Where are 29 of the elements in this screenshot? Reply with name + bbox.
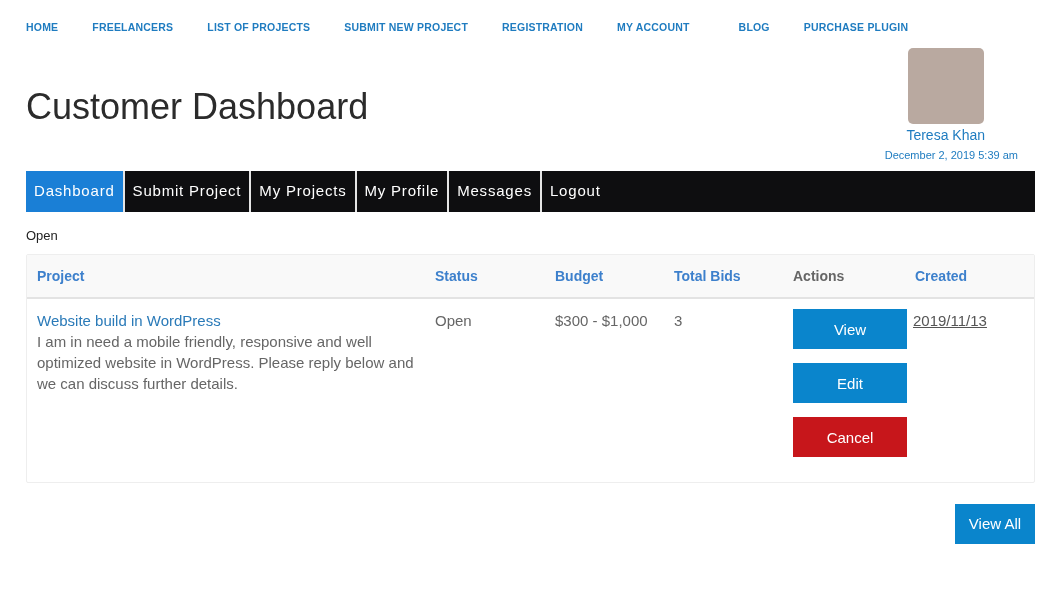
view-all-button[interactable]: View All (955, 504, 1035, 544)
nav-link[interactable]: FREELANCERS (86, 14, 180, 42)
nav-link[interactable]: HOME (20, 14, 65, 42)
bid-count: 3 (674, 312, 683, 329)
nav-link[interactable]: PURCHASE PLUGIN (797, 14, 915, 42)
project-title-link[interactable]: Website build in WordPress (37, 310, 221, 331)
nav-link[interactable]: MY ACCOUNT (611, 14, 696, 42)
column-header[interactable]: Project (27, 265, 425, 287)
nav-link[interactable]: LIST OF PROJECTS (201, 14, 317, 42)
action-button[interactable]: Cancel (793, 417, 907, 457)
page-title: Customer Dashboard (26, 86, 369, 128)
action-button[interactable]: View (793, 309, 907, 349)
action-button[interactable]: Edit (793, 363, 907, 403)
column-header[interactable]: Created (906, 265, 1034, 287)
user-name[interactable]: Teresa Khan (906, 126, 985, 144)
nav-link[interactable]: SUBMIT NEW PROJECT (338, 14, 475, 42)
nav-link[interactable]: REGISTRATION (496, 14, 589, 42)
column-header: Actions (792, 266, 846, 286)
nav-link[interactable]: BLOG (732, 14, 776, 42)
status-text: Open (435, 312, 472, 329)
column-header[interactable]: Budget (545, 265, 664, 287)
column-header[interactable]: Total Bids (664, 265, 783, 287)
budget-text: $300 - $1,000 (555, 312, 648, 329)
dashboard-tab[interactable]: Dashboard (26, 171, 123, 212)
filter-label: Open (26, 228, 58, 244)
current-datetime: December 2, 2019 5:39 am (884, 148, 1018, 162)
column-header[interactable]: Status (425, 265, 545, 287)
project-description: I am in need a mobile friendly, responsive and well optimized website in WordPress. Please reply below and we can discuss further details. (37, 332, 415, 394)
created-date-link[interactable]: 2019/11/13 (913, 312, 987, 329)
